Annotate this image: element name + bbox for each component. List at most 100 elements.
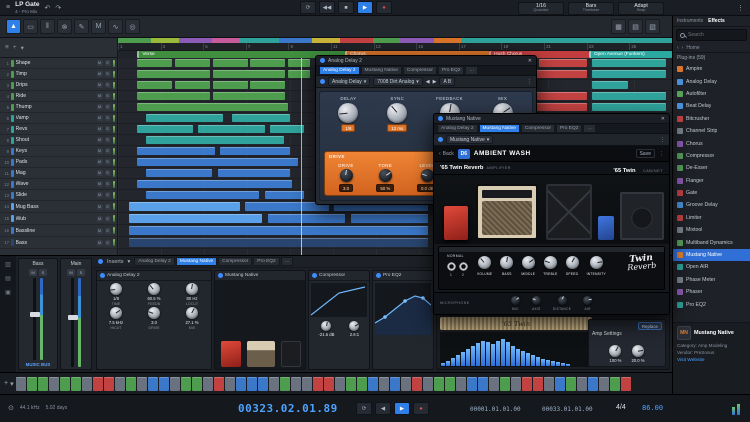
mute-button[interactable]: M [67,269,75,276]
solo-button[interactable]: S [39,269,47,276]
solo-button[interactable]: S [104,115,111,121]
overview-block[interactable] [268,376,279,391]
channel-strip-main[interactable]: Main M S [60,258,92,370]
overview-block[interactable] [444,376,455,391]
display-timebase[interactable]: Bars Timebase [568,1,614,15]
mic-axis-knob[interactable] [531,295,541,305]
blue-pedal-image[interactable] [598,216,614,240]
delay-sync-knob[interactable] [387,102,408,123]
overview-block[interactable] [26,376,37,391]
overview-block[interactable] [488,376,499,391]
drive-level-knob[interactable] [420,169,434,182]
p1-locut-knob[interactable] [186,283,198,295]
mute-button[interactable]: M [96,170,103,176]
prev-preset-icon[interactable]: ◀ [426,79,430,85]
power-icon[interactable] [320,79,325,84]
overview-block[interactable] [246,376,257,391]
overview-block[interactable] [532,376,543,391]
mute-button[interactable]: M [96,71,103,77]
audio-clip[interactable] [129,202,240,211]
audio-clip[interactable] [212,59,248,67]
audio-clip[interactable] [264,191,304,199]
solo-button[interactable]: S [104,170,111,176]
solo-button[interactable]: S [104,239,111,246]
amp-photo-stage[interactable] [434,175,669,244]
overview-block[interactable] [169,376,180,391]
insert-tab-compressor[interactable]: Compressor [402,66,437,75]
amp-intensity-knob[interactable] [589,256,603,269]
p5-drive-knob[interactable] [609,345,622,357]
audio-clip[interactable] [137,180,293,188]
audio-clip[interactable] [267,214,346,223]
browser-item-gate[interactable]: Gate [673,187,750,199]
track-header[interactable]: 13 Slide M S [0,190,117,201]
audio-clip[interactable] [175,81,210,89]
insert-panel-header[interactable]: Pro EQ2 [373,271,433,281]
track-options-icon[interactable]: ▾ [21,44,24,52]
overview-block[interactable] [114,376,125,391]
amplifier-name[interactable]: '65 Twin Reverb [440,165,483,171]
console-tab-icon[interactable]: ▥ [5,261,11,268]
track-header[interactable]: 12 Wave M S [0,179,117,190]
insert-tab-mustang-native[interactable]: Mustang Native [175,257,218,266]
overview-block[interactable] [356,376,367,391]
audio-clip[interactable] [591,59,667,67]
track-header[interactable]: 5 Thump M S [0,102,117,113]
insert-tab-mustang-native[interactable]: Mustang Native [478,124,520,133]
solo-button[interactable]: S [104,148,111,154]
audio-clip[interactable] [591,92,667,100]
audio-clip[interactable] [217,169,290,177]
tab-instruments[interactable]: Instruments [677,18,703,24]
audio-clip[interactable] [591,103,667,111]
cabinet-name[interactable]: '65 Twin [613,168,635,174]
return-to-start-button[interactable]: ◀ [375,402,391,415]
mute-button[interactable]: M [96,159,103,165]
overview-block[interactable] [70,376,81,391]
chevron-down-icon[interactable]: ▾ [128,259,131,265]
solo-button[interactable]: S [77,269,85,276]
solo-button[interactable]: S [104,181,111,187]
overview-block[interactable] [59,376,70,391]
overview-block[interactable] [136,376,147,391]
play-button[interactable]: ▶ [357,1,373,14]
audio-clip[interactable] [270,125,304,133]
add-track-icon[interactable]: + [13,44,17,51]
overview-block[interactable] [565,376,576,391]
more-options-icon[interactable]: ⋮ [737,4,744,12]
overview-block[interactable] [400,376,411,391]
insert-tab-pro-eq2[interactable]: Pro EQ2 [438,66,465,75]
p5-room-knob[interactable] [631,345,644,357]
mute-button[interactable]: M [96,239,103,246]
tab-effects[interactable]: Effects [708,18,725,24]
audio-clip[interactable] [220,147,290,155]
overview-block[interactable] [323,376,334,391]
insert-panel-header[interactable]: Analog Delay 2 [97,271,211,281]
drive-tone-knob[interactable] [378,169,392,182]
arrow-tool[interactable]: ▲ [6,19,21,34]
snap-toggle[interactable]: ▧ [645,19,660,34]
overview-block[interactable] [378,376,389,391]
audio-clip[interactable] [212,92,286,100]
overview-block[interactable] [477,376,488,391]
chevron-down-icon[interactable]: ▾ [10,380,14,388]
solo-button[interactable]: S [104,60,111,66]
fader-cap[interactable] [67,315,78,321]
power-icon[interactable] [98,259,103,264]
browser-item-mustang-native[interactable]: Mustang Native [673,248,750,262]
browser-item-groove-delay[interactable]: Groove Delay [673,199,750,211]
insert-tab-more[interactable]: … [465,66,479,75]
audio-clip[interactable] [137,92,210,100]
listen-tool[interactable]: ◎ [125,19,140,34]
timeline-ruler[interactable]: 1 3 5 7 9 11 13 15 17 19 21 23 25 [118,43,672,51]
insert-tab-analog-delay-2[interactable]: Analog Delay 2 [134,257,175,266]
audio-clip[interactable] [250,59,286,67]
audio-clip[interactable] [137,59,173,67]
track-header[interactable]: 17 Bass M S [0,237,117,249]
loop-button[interactable]: ⟳ [356,402,372,415]
solo-button[interactable]: S [104,137,111,143]
overview-block[interactable] [191,376,202,391]
overview-block[interactable] [37,376,48,391]
preset-name[interactable]: AMBIENT WASH [474,150,531,157]
overview-block[interactable] [411,376,422,391]
overview-block[interactable] [125,376,136,391]
